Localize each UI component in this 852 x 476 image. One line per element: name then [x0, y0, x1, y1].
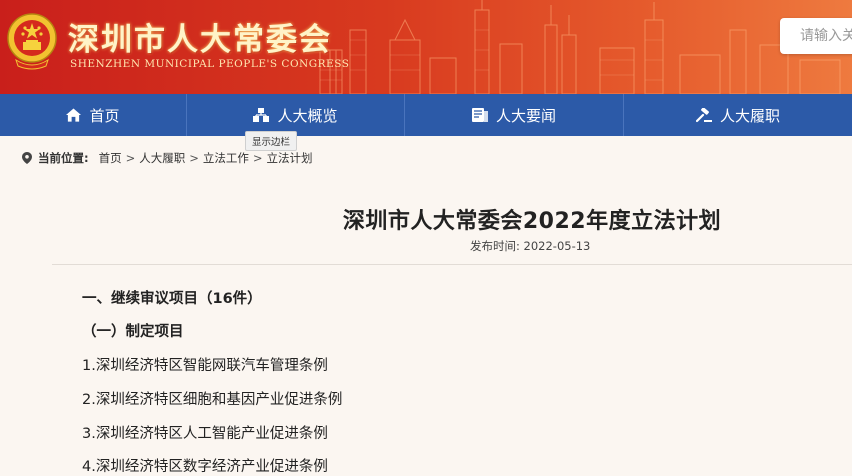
breadcrumb-link-duties[interactable]: 人大履职: [139, 150, 185, 166]
subsection-heading: （一）制定项目: [82, 324, 184, 340]
breadcrumb-link-home[interactable]: 首页: [99, 150, 122, 166]
org-chart-icon: [253, 108, 270, 122]
publish-label: 发布时间:: [470, 239, 520, 253]
nav-item-label: 人大要闻: [495, 106, 556, 125]
news-icon: [471, 108, 488, 122]
breadcrumb-separator: >: [189, 151, 199, 165]
breadcrumb: 当前位置: 首页 > 人大履职 > 立法工作 > 立法计划: [22, 150, 313, 166]
site-title: 深圳市人大常委会: [68, 22, 332, 58]
city-skyline-image: [319, 0, 841, 94]
breadcrumb-label: 当前位置:: [38, 151, 89, 165]
search-input[interactable]: [780, 18, 852, 54]
publish-date: 2022-05-13: [523, 239, 591, 253]
main-nav: 首页 人大概览 人大要闻 人大履职: [0, 94, 852, 136]
breadcrumb-separator: >: [125, 151, 136, 165]
nav-item-overview[interactable]: 人大概览: [187, 94, 404, 136]
header-banner: 深圳市人大常委会 SHENZHEN MUNICIPAL PEOPLE'S CON…: [0, 0, 852, 94]
list-item: 3.深圳经济特区人工智能产业促进条例: [82, 426, 328, 442]
title-divider: [52, 264, 852, 265]
list-item: 2.深圳经济特区细胞和基因产业促进条例: [82, 392, 343, 408]
nav-item-label: 人大履职: [719, 106, 780, 125]
breadcrumb-separator: >: [252, 151, 263, 165]
nav-item-label: 首页: [89, 106, 120, 125]
site-subtitle: SHENZHEN MUNICIPAL PEOPLE'S CONGRESS: [70, 58, 350, 70]
article-title: 深圳市人大常委会2022年度立法计划: [342, 209, 722, 234]
nav-item-duties[interactable]: 人大履职: [624, 94, 852, 136]
gavel-icon: [695, 107, 712, 122]
list-item: 1.深圳经济特区智能网联汽车管理条例: [82, 358, 328, 374]
national-emblem-icon: [7, 13, 57, 70]
section-heading: 一、继续审议项目（16件）: [82, 291, 262, 307]
nav-item-news[interactable]: 人大要闻: [405, 94, 623, 136]
list-item: 4.深圳经济特区数字经济产业促进条例: [82, 459, 328, 475]
nav-item-home[interactable]: 首页: [0, 94, 186, 136]
publish-info: 发布时间: 2022-05-13: [470, 238, 590, 254]
search-box[interactable]: [780, 18, 852, 54]
breadcrumb-link-legislation[interactable]: 立法工作: [203, 150, 249, 166]
home-icon: [66, 108, 82, 122]
sidebar-tooltip: 显示边栏: [245, 131, 298, 151]
breadcrumb-link-plan[interactable]: 立法计划: [267, 150, 313, 166]
location-pin-icon: [22, 152, 32, 164]
nav-item-label: 人大概览: [277, 106, 338, 125]
